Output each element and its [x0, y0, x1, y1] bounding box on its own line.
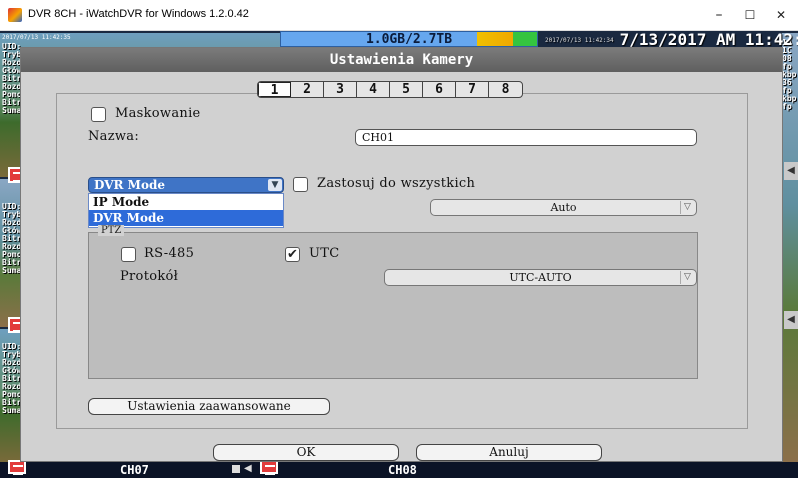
tab-channel-5[interactable]: 5	[390, 82, 423, 97]
mode-selected-value: DVR Mode	[94, 178, 165, 192]
close-button[interactable]: ✕	[766, 4, 796, 26]
auto-select-value: Auto	[550, 201, 577, 214]
storage-text: 1.0GB/2.7TB	[365, 32, 453, 47]
tab-channel-1[interactable]: 1	[258, 82, 291, 97]
tab-channel-7[interactable]: 7	[456, 82, 489, 97]
app-icon	[8, 8, 22, 22]
cancel-button[interactable]: Anuluj	[416, 444, 602, 461]
left-arrow-icon[interactable]: ◀	[784, 311, 798, 329]
record-icon[interactable]	[8, 460, 26, 475]
mode-option-ip[interactable]: IP Mode	[89, 194, 283, 210]
tab-channel-8[interactable]: 8	[489, 82, 522, 97]
channel-label-ch07: CH07	[120, 463, 149, 477]
chevron-down-icon[interactable]: ▽	[680, 271, 694, 284]
ok-button[interactable]: OK	[213, 444, 399, 461]
storage-indicator: 1.0GB/2.7TB	[280, 31, 538, 47]
minimize-button[interactable]: –	[704, 4, 734, 26]
maximize-button[interactable]: ☐	[735, 4, 765, 26]
ptz-group-label: PTZ	[98, 225, 125, 236]
advanced-settings-button[interactable]: Ustawienia zaawansowane	[88, 398, 330, 415]
auto-select[interactable]: Auto ▽	[430, 199, 697, 216]
chevron-down-icon[interactable]: ▼	[268, 179, 282, 191]
tab-channel-3[interactable]: 3	[324, 82, 357, 97]
channel-label-ch08: CH08	[388, 463, 417, 477]
rewind-icon[interactable]: ◀	[244, 463, 252, 474]
tab-channel-6[interactable]: 6	[423, 82, 456, 97]
mode-select[interactable]: DVR Mode ▼	[88, 177, 284, 193]
tab-channel-2[interactable]: 2	[291, 82, 324, 97]
mode-option-dvr[interactable]: DVR Mode	[89, 210, 283, 226]
apply-all-checkbox[interactable]	[293, 177, 308, 192]
record-icon[interactable]	[260, 460, 278, 475]
apply-all-label: Zastosuj do wszystkich	[317, 176, 476, 191]
left-arrow-icon[interactable]: ◀	[784, 162, 798, 180]
mode-dropdown-list: IP Mode DVR Mode	[88, 193, 284, 228]
window-title: DVR 8CH - iWatchDVR for Windows 1.2.0.42	[28, 8, 249, 20]
chevron-down-icon[interactable]: ▽	[680, 201, 694, 214]
tab-channel-4[interactable]: 4	[357, 82, 390, 97]
protocol-select[interactable]: UTC-AUTO ▽	[384, 269, 697, 286]
protocol-label: Protokół	[120, 269, 179, 284]
camera-timestamp: 2017/07/13 11:42:35	[2, 34, 71, 41]
protocol-select-value: UTC-AUTO	[509, 271, 572, 284]
rs485-label: RS-485	[144, 246, 195, 261]
name-field[interactable]: CH01	[355, 129, 697, 146]
utc-checkbox[interactable]: ✔	[285, 247, 300, 262]
title-bar: DVR 8CH - iWatchDVR for Windows 1.2.0.42…	[0, 0, 798, 31]
name-label: Nazwa:	[88, 129, 140, 144]
masking-checkbox[interactable]	[91, 107, 106, 122]
utc-label: UTC	[309, 246, 340, 261]
rs485-checkbox[interactable]	[121, 247, 136, 262]
clock-small: 2017/07/13 11:42:34	[545, 37, 614, 44]
stop-icon[interactable]	[232, 465, 240, 473]
storage-usage-bar	[477, 32, 537, 46]
camera-tile-right[interactable]: 10 1C 08 fp kbp 36 fp kbp fp	[782, 33, 798, 463]
app-window: DVR 8CH - iWatchDVR for Windows 1.2.0.42…	[0, 0, 798, 478]
channel-tabs: 1 2 3 4 5 6 7 8	[257, 81, 523, 98]
dialog-title: Ustawienia Kamery	[21, 48, 782, 72]
masking-label: Maskowanie	[115, 106, 201, 121]
